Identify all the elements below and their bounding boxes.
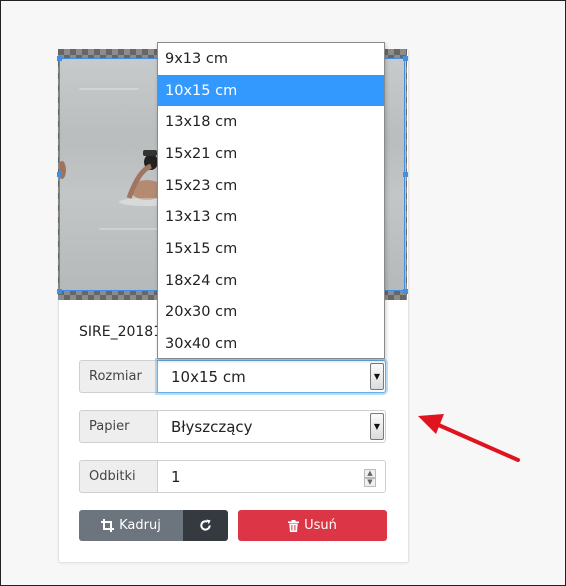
size-option[interactable]: 30x40 cm <box>158 328 384 360</box>
dropdown-arrow-icon[interactable]: ▼ <box>370 363 384 390</box>
copies-input-value: 1 <box>171 467 181 486</box>
rotate-button[interactable] <box>183 510 228 541</box>
dropdown-arrow-icon[interactable]: ▼ <box>370 413 384 440</box>
size-option[interactable]: 15x15 cm <box>158 233 384 265</box>
spinner-down-icon[interactable]: ▼ <box>364 478 376 487</box>
copies-input[interactable]: 1 ▲ ▼ <box>157 460 386 493</box>
rotate-icon <box>199 519 212 532</box>
size-option-selected[interactable]: 10x15 cm <box>158 74 384 107</box>
delete-button-label: Usuń <box>304 518 337 533</box>
crop-handle-left[interactable] <box>57 172 62 177</box>
crop-button-label: Kadruj <box>119 518 161 533</box>
size-option[interactable]: 15x23 cm <box>158 170 384 202</box>
size-option[interactable]: 13x13 cm <box>158 201 384 233</box>
paper-label: Papier <box>79 410 157 443</box>
crop-handle-top-right[interactable] <box>403 56 408 61</box>
crop-icon <box>101 519 115 532</box>
size-option[interactable]: 18x24 cm <box>158 265 384 297</box>
copies-label: Odbitki <box>79 460 157 493</box>
crop-button[interactable]: Kadruj <box>79 510 183 541</box>
size-option[interactable]: 9x13 cm <box>158 43 384 75</box>
number-spinner[interactable]: ▲ ▼ <box>364 469 376 487</box>
size-select-value: 10x15 cm <box>171 367 246 386</box>
crop-handle-bottom-left[interactable] <box>57 289 62 294</box>
size-select[interactable]: 10x15 cm ▼ <box>157 360 386 393</box>
spinner-up-icon[interactable]: ▲ <box>364 469 376 478</box>
paper-select-value: Błyszczący <box>171 417 253 436</box>
copies-input-group: Odbitki 1 ▲ ▼ <box>79 460 386 493</box>
size-input-group: Rozmiar 10x15 cm ▼ <box>79 360 386 393</box>
crop-handle-right[interactable] <box>403 172 408 177</box>
size-dropdown-list: 9x13 cm 10x15 cm 13x18 cm 15x21 cm 15x23… <box>157 42 385 359</box>
trash-icon <box>288 519 300 532</box>
photo-filename: SIRE_20181 <box>79 324 163 340</box>
crop-handle-top-left[interactable] <box>57 56 62 61</box>
paper-select[interactable]: Błyszczący ▼ <box>157 410 386 443</box>
size-option[interactable]: 20x30 cm <box>158 297 384 329</box>
crop-handle-bottom-right[interactable] <box>403 289 408 294</box>
size-label: Rozmiar <box>79 360 157 393</box>
delete-button[interactable]: Usuń <box>238 510 387 541</box>
size-option[interactable]: 13x18 cm <box>158 106 384 138</box>
annotation-arrow-icon <box>418 414 520 462</box>
paper-input-group: Papier Błyszczący ▼ <box>79 410 386 443</box>
size-option[interactable]: 15x21 cm <box>158 138 384 170</box>
